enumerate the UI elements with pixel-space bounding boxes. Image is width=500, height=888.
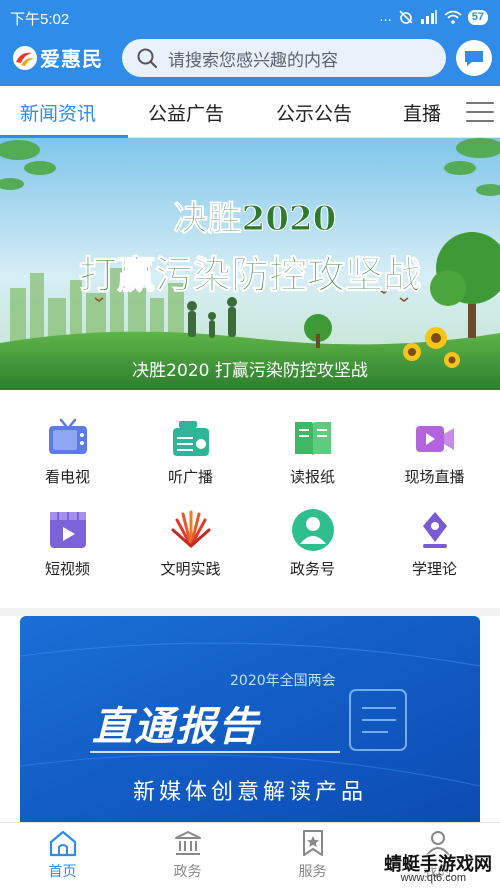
- report-card[interactable]: 2020年全国两会 直通报告 新媒体创意解读产品: [20, 616, 480, 822]
- shortcut-label: 读报纸: [289, 468, 335, 486]
- shortcut-grid: 看电视 听广播 读报纸 现场直播 短视频 文明实践 政务号 学理论: [0, 390, 500, 608]
- theory-pen-icon: [422, 512, 447, 548]
- shortcut-theory[interactable]: 学理论: [372, 508, 497, 579]
- banner-caption: 决胜2020 打赢污染防控攻坚战: [132, 361, 368, 381]
- shortcut-label: 听广播: [167, 468, 213, 486]
- report-description: 新媒体创意解读产品: [132, 780, 367, 805]
- shortcut-short-video[interactable]: 短视频: [5, 508, 130, 579]
- app-logo[interactable]: 爱惠民: [12, 43, 103, 72]
- report-title: 直通报告: [92, 704, 260, 750]
- hero-banner[interactable]: 决胜2020 打赢污染防控攻坚战 决胜2020 打赢污染防控攻坚战: [0, 138, 500, 390]
- civilization-icon: [171, 510, 210, 548]
- shortcut-label: 现场直播: [404, 468, 465, 486]
- status-dots: ...: [379, 9, 392, 25]
- shortcut-gov-account[interactable]: 政务号: [250, 508, 375, 579]
- chat-bubble-icon: [465, 51, 483, 66]
- message-button[interactable]: [456, 40, 492, 76]
- banner-illustration: 决胜2020 打赢污染防控攻坚战: [0, 138, 500, 390]
- shortcut-live[interactable]: 现场直播: [372, 416, 497, 487]
- shortcut-newspaper[interactable]: 读报纸: [250, 416, 375, 487]
- radio-icon: [172, 421, 209, 456]
- live-video-icon: [415, 426, 454, 452]
- signal-icon: [420, 10, 437, 24]
- nav-government[interactable]: 政务: [125, 829, 250, 881]
- banner-headline-1: 决胜2020: [174, 199, 337, 239]
- app-header: 爱惠民 请搜索您感兴趣的内容: [0, 34, 500, 86]
- nav-label: 政务: [173, 864, 202, 880]
- shortcut-label: 看电视: [44, 468, 90, 486]
- nav-label: 首页: [48, 864, 77, 880]
- newspaper-icon: [294, 422, 331, 456]
- shortcut-label: 文明实践: [160, 560, 221, 578]
- shortcut-radio[interactable]: 听广播: [128, 416, 253, 487]
- shortcut-civilization[interactable]: 文明实践: [128, 508, 253, 579]
- tab-news[interactable]: 新闻资讯: [20, 99, 96, 126]
- status-time: 下午5:02: [10, 11, 70, 28]
- logo-text: 爱惠民: [40, 47, 103, 71]
- tab-live[interactable]: 直播: [403, 99, 441, 126]
- shortcut-label: 政务号: [289, 560, 335, 578]
- top-bar: 下午5:02 ... 57 爱惠民 请搜索您感兴趣的内容: [0, 0, 500, 86]
- category-tabs: 新闻资讯 公益广告 公示公告 直播: [0, 86, 500, 138]
- nav-label: 服务: [298, 864, 327, 880]
- tab-public-ads[interactable]: 公益广告: [148, 99, 224, 126]
- status-icons: ... 57: [379, 9, 488, 25]
- shortcut-label: 学理论: [411, 560, 457, 578]
- shortcut-tv[interactable]: 看电视: [5, 416, 130, 487]
- tab-notices[interactable]: 公示公告: [276, 99, 352, 126]
- status-bar: 下午5:02 ... 57: [0, 0, 500, 34]
- logo-swirl-icon: [13, 45, 37, 70]
- alarm-off-icon: [399, 10, 413, 24]
- report-subtitle: 2020年全国两会: [230, 673, 336, 689]
- nav-service[interactable]: 服务: [250, 829, 375, 881]
- shortcut-label: 短视频: [44, 560, 90, 578]
- watermark-url: www.qt6.com: [400, 872, 466, 884]
- search-placeholder: 请搜索您感兴趣的内容: [168, 50, 338, 71]
- home-icon: [49, 830, 76, 857]
- nav-home[interactable]: 首页: [0, 829, 125, 881]
- search-bar[interactable]: 请搜索您感兴趣的内容: [122, 39, 446, 77]
- banner-headline-2: 打赢污染防控攻坚战: [79, 252, 421, 297]
- tv-icon: [48, 418, 87, 454]
- wifi-icon: [444, 10, 462, 24]
- battery-icon: 57: [467, 9, 488, 25]
- government-building-icon: [174, 831, 201, 855]
- gov-account-icon: [291, 509, 334, 551]
- search-icon: [137, 48, 158, 69]
- short-video-icon: [49, 512, 86, 548]
- section-divider: [0, 608, 500, 616]
- service-bookmark-icon: [302, 830, 323, 856]
- more-menu-icon[interactable]: [466, 102, 494, 124]
